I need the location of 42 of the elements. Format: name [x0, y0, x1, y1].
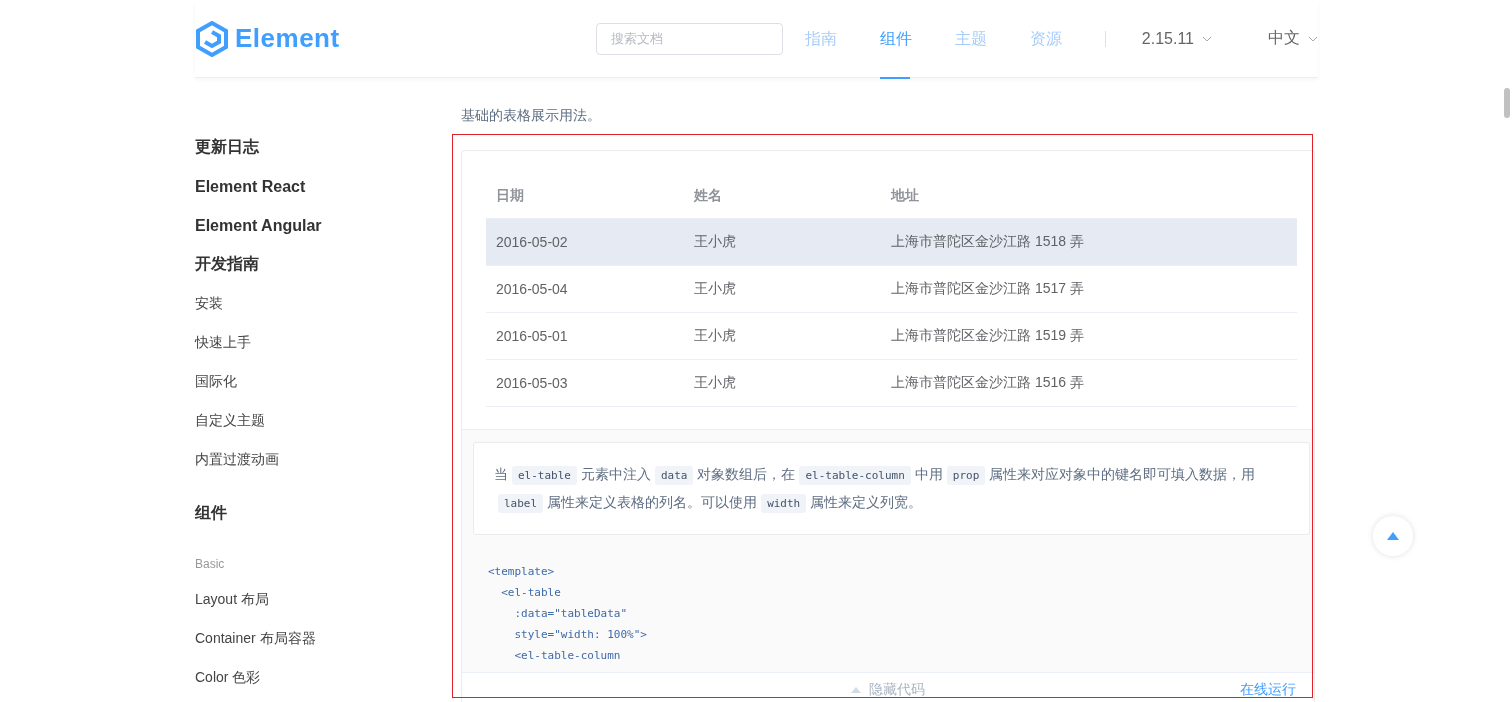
table-cell: 王小虎 [684, 218, 881, 266]
table-cell: 2016-05-01 [486, 312, 684, 360]
caret-up-icon [1387, 532, 1399, 540]
table-cell: 2016-05-04 [486, 265, 684, 313]
chevron-down-icon [1202, 35, 1212, 42]
chevron-down-icon [1308, 35, 1318, 42]
table-cell: 上海市普陀区金沙江路 1518 弄 [881, 218, 1297, 266]
version-dropdown[interactable]: 2.15.11 [1141, 29, 1194, 48]
sidebar-item[interactable]: 国际化 [195, 372, 237, 391]
sidebar-item[interactable]: 组件 [195, 503, 227, 524]
column-header: 日期 [496, 186, 524, 203]
table-cell: 王小虎 [684, 359, 881, 407]
table-cell: 上海市普陀区金沙江路 1517 弄 [881, 265, 1297, 313]
table-cell: 2016-05-03 [486, 359, 684, 407]
table-cell: 上海市普陀区金沙江路 1519 弄 [881, 312, 1297, 360]
intro-text: 基础的表格展示用法。 [461, 107, 601, 123]
sidebar-item[interactable]: 更新日志 [195, 137, 259, 158]
table-cell: 王小虎 [684, 265, 881, 313]
language-dropdown[interactable]: 中文 [1268, 28, 1300, 49]
sidebar-item[interactable]: 安装 [195, 294, 223, 313]
sidebar-category: Basic [195, 556, 225, 571]
code-text: <template> <el-table :data="tableData" style="width: 100%"> <el-table-column [487, 564, 648, 664]
sidebar-item[interactable]: Color 色彩 [195, 668, 261, 687]
table-cell: 上海市普陀区金沙江路 1516 弄 [881, 359, 1297, 407]
sidebar-item[interactable]: Container 布局容器 [195, 629, 316, 648]
table-cell: 王小虎 [684, 312, 881, 360]
sidebar-item[interactable]: 内置过渡动画 [195, 450, 279, 469]
sidebar-item[interactable]: 快速上手 [195, 333, 251, 352]
sidebar-item[interactable]: Element React [195, 177, 306, 196]
column-header: 地址 [891, 186, 919, 203]
scrollbar-thumb[interactable] [1504, 88, 1510, 118]
sidebar-item[interactable]: 自定义主题 [195, 411, 265, 430]
sidebar-item[interactable]: 开发指南 [195, 254, 259, 275]
sidebar-item[interactable]: Element Angular [195, 216, 322, 235]
caret-up-icon [851, 687, 861, 693]
search-field[interactable]: 搜索文档 [595, 22, 783, 55]
sidebar-item[interactable]: Layout 布局 [195, 590, 269, 609]
description-text: 当 el-table 元素中注入 data 对象数组后，在 el-table-column 中用 prop 属性来对应对象中的键名即可填入数据，用 label 属性来定义表格的列名。可以使用 width 属性来定义列宽。 [494, 461, 1289, 517]
back-to-top-button[interactable] [1373, 516, 1413, 556]
hexagon-logo-icon [195, 20, 229, 57]
table-cell: 2016-05-02 [486, 218, 684, 266]
column-header: 姓名 [694, 186, 722, 203]
